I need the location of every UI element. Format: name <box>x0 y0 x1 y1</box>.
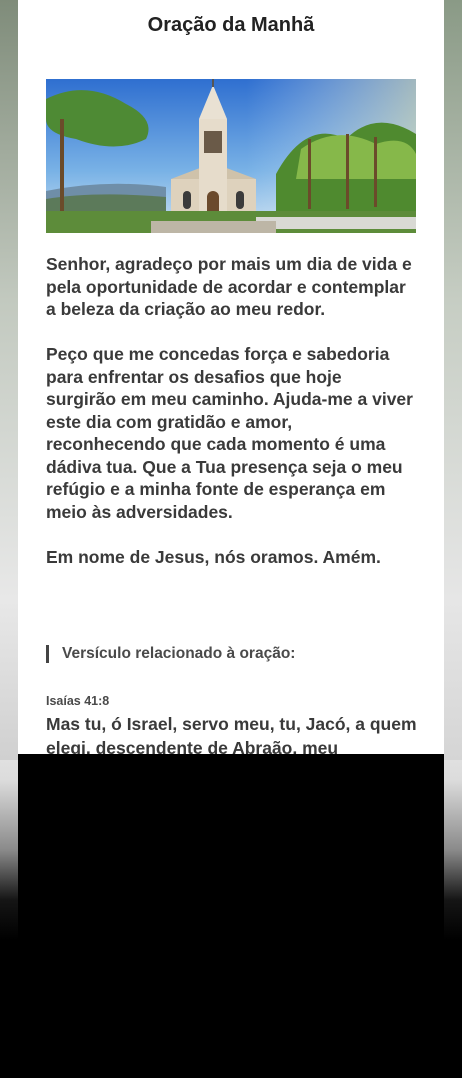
background-blur-right <box>444 0 462 760</box>
chapel-landscape-image <box>46 79 416 233</box>
prayer-card: Oração da Manhã Senhor, agradeço por mai… <box>18 0 444 754</box>
page-title: Oração da Manhã <box>147 14 315 36</box>
verse-text: Mas tu, ó Israel, servo meu, tu, Jacó, a… <box>46 714 417 754</box>
verse-reference: Isaías 41:8 <box>46 694 110 708</box>
verse-section-header: Versículo relacionado à oração: <box>46 643 416 665</box>
prayer-paragraph: Senhor, agradeço por mais um dia de vida… <box>46 254 412 319</box>
prayer-paragraph: Em nome de Jesus, nós oramos. Amém. <box>46 546 381 567</box>
prayer-paragraph: Peço que me concedas força e sabedoria p… <box>46 344 413 522</box>
verse-section-title: Versículo relacionado à oração: <box>62 645 296 662</box>
prayer-text: Senhor, agradeço por mais um dia de vida… <box>46 253 416 591</box>
black-overlay <box>18 754 444 1078</box>
background-blur-left <box>0 0 18 760</box>
accent-bar <box>46 645 49 663</box>
